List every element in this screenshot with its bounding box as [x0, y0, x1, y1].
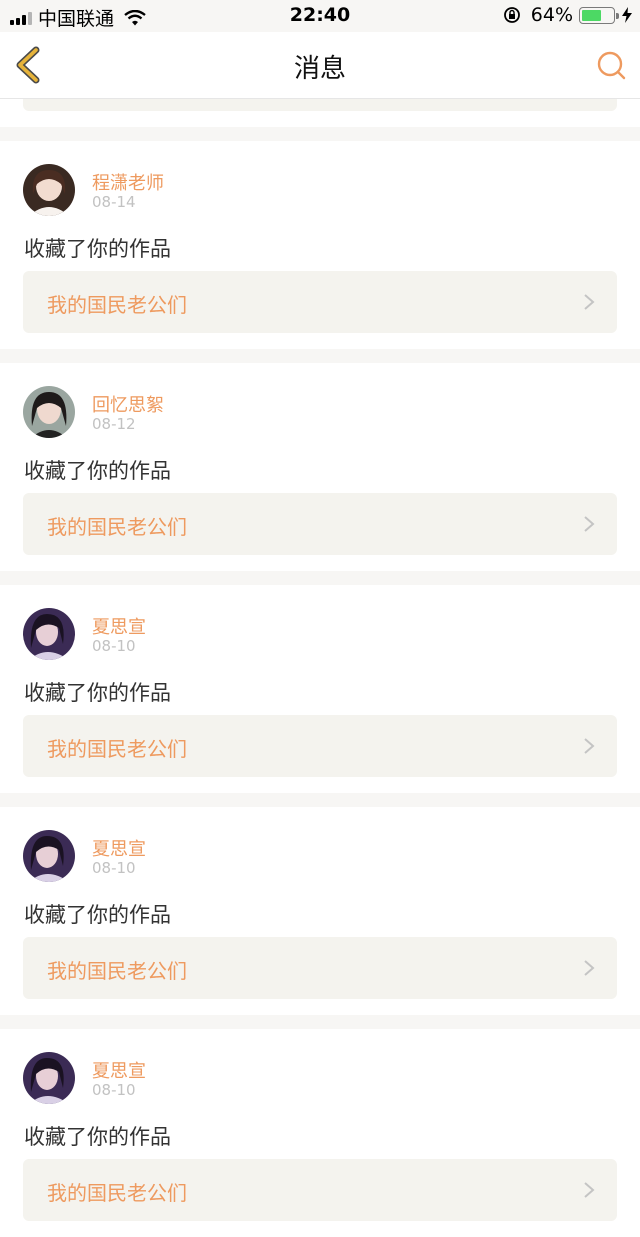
user-name[interactable]: 夏思宣 — [92, 835, 146, 861]
search-icon[interactable] — [596, 50, 626, 80]
divider — [0, 127, 640, 141]
nav-header: 消息 — [0, 32, 640, 99]
divider — [0, 793, 640, 807]
battery-icon — [579, 6, 619, 24]
user-name[interactable]: 夏思宣 — [92, 1057, 146, 1083]
page-title: 消息 — [293, 54, 346, 84]
status-bar: 中国联通 22:40 64% — [0, 0, 640, 32]
work-title: 我的国民老公们 — [47, 515, 187, 539]
charging-bolt-icon — [622, 7, 632, 23]
message-card: 回忆思絮 08-12 收藏了你的作品 我的国民老公们 — [0, 363, 640, 571]
message-action: 收藏了你的作品 — [24, 681, 171, 705]
chevron-right-icon — [584, 738, 595, 754]
divider — [0, 349, 640, 363]
message-date: 08-14 — [92, 193, 136, 211]
message-date: 08-10 — [92, 637, 136, 655]
user-name[interactable]: 回忆思絮 — [92, 391, 164, 417]
work-title: 我的国民老公们 — [47, 737, 187, 761]
chevron-right-icon — [584, 960, 595, 976]
message-date: 08-12 — [92, 415, 136, 433]
message-date: 08-10 — [92, 859, 136, 877]
message-card: 夏思宣 08-10 收藏了你的作品 我的国民老公们 — [0, 585, 640, 793]
chevron-right-icon — [584, 1182, 595, 1198]
avatar[interactable] — [23, 830, 75, 882]
message-action: 收藏了你的作品 — [24, 903, 171, 927]
work-title: 我的国民老公们 — [47, 293, 187, 317]
rotation-lock-icon — [503, 7, 520, 23]
chevron-right-icon — [584, 294, 595, 310]
battery-fill — [582, 9, 601, 21]
message-card: 夏思宣 08-10 收藏了你的作品 我的国民老公们 — [0, 1029, 640, 1237]
work-link[interactable]: 我的国民老公们 — [23, 493, 617, 555]
avatar[interactable] — [23, 386, 75, 438]
work-link[interactable]: 我的国民老公们 — [23, 715, 617, 777]
avatar[interactable] — [23, 164, 75, 216]
message-action: 收藏了你的作品 — [24, 459, 171, 483]
user-name[interactable]: 程潇老师 — [92, 169, 164, 195]
avatar[interactable] — [23, 1052, 75, 1104]
work-box-partial[interactable] — [23, 99, 617, 111]
message-date: 08-10 — [92, 1081, 136, 1099]
message-feed[interactable]: 程潇老师 08-14 收藏了你的作品 我的国民老公们 回忆思絮 08-12 收藏… — [0, 99, 640, 1237]
work-link[interactable]: 我的国民老公们 — [23, 937, 617, 999]
work-link[interactable]: 我的国民老公们 — [23, 271, 617, 333]
work-title: 我的国民老公们 — [47, 959, 187, 983]
work-link[interactable]: 我的国民老公们 — [23, 1159, 617, 1221]
user-name[interactable]: 夏思宣 — [92, 613, 146, 639]
message-card: 程潇老师 08-14 收藏了你的作品 我的国民老公们 — [0, 141, 640, 349]
message-card: 夏思宣 08-10 收藏了你的作品 我的国民老公们 — [0, 807, 640, 1015]
avatar[interactable] — [23, 608, 75, 660]
message-action: 收藏了你的作品 — [24, 1125, 171, 1149]
divider — [0, 1015, 640, 1029]
chevron-right-icon — [584, 516, 595, 532]
status-right: 64% — [503, 4, 632, 26]
message-card-partial — [0, 99, 640, 127]
work-title: 我的国民老公们 — [47, 1181, 187, 1205]
divider — [0, 571, 640, 585]
message-action: 收藏了你的作品 — [24, 237, 171, 261]
battery-percent: 64% — [530, 4, 573, 26]
